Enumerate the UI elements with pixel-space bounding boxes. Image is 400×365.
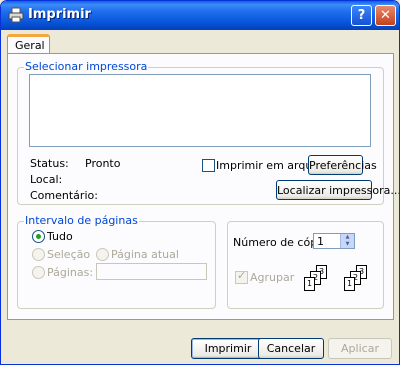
spin-up-icon[interactable]: ▲ (340, 234, 354, 241)
print-to-file-checkbox[interactable] (202, 159, 215, 172)
status-label: Status: (30, 157, 69, 170)
radio-selected-dot (36, 234, 41, 239)
page-1-icon: 1 (304, 277, 315, 291)
print-button[interactable]: Imprimir (191, 338, 265, 359)
current-page-label: Página atual (111, 248, 179, 261)
pages-label: Páginas: (47, 266, 94, 279)
collate-pages-icon: 3 2 1 (341, 265, 381, 295)
all-pages-label[interactable]: Tudo (47, 230, 73, 243)
spin-buttons: ▲ ▼ (340, 234, 354, 248)
close-icon: ✕ (380, 8, 391, 23)
check-icon: ✓ (237, 269, 247, 282)
tab-geral[interactable]: Geral (7, 34, 50, 54)
location-label: Local: (30, 173, 63, 186)
print-dialog: Imprimir ? ✕ Geral Selecionar impressora… (0, 0, 400, 365)
pages-input[interactable] (96, 263, 207, 280)
copies-value: 1 (317, 235, 324, 248)
select-printer-label: Selecionar impressora (24, 60, 149, 73)
all-pages-radio[interactable] (32, 230, 45, 243)
printer-icon (8, 7, 24, 23)
collate-checkbox[interactable]: ✓ (235, 269, 248, 284)
status-value: Pronto (85, 157, 121, 170)
copies-spinner[interactable]: 1 ▲ ▼ (313, 233, 355, 249)
find-printer-button[interactable]: Localizar impressora... (276, 180, 399, 200)
title-bar[interactable]: Imprimir ? ✕ (1, 1, 399, 30)
help-button[interactable]: ? (351, 5, 372, 26)
collate-label: Agrupar (250, 271, 295, 284)
selection-radio[interactable] (32, 248, 45, 261)
spin-down-icon[interactable]: ▼ (340, 241, 354, 248)
selection-label: Seleção (47, 248, 91, 261)
close-button[interactable]: ✕ (375, 5, 396, 26)
current-page-radio[interactable] (96, 248, 109, 261)
cancel-button[interactable]: Cancelar (258, 338, 324, 359)
preferences-button[interactable]: Preferências (308, 155, 377, 175)
comment-label: Comentário: (30, 189, 98, 202)
apply-button[interactable]: Aplicar (328, 338, 392, 359)
pages-radio[interactable] (32, 266, 45, 279)
help-icon: ? (357, 8, 366, 23)
page-range-label: Intervalo de páginas (24, 214, 139, 227)
window-title: Imprimir (28, 7, 91, 22)
page-1-icon: 1 (344, 277, 355, 291)
collate-pages-icon: 3 2 1 (301, 265, 341, 295)
printer-list[interactable] (29, 74, 371, 147)
